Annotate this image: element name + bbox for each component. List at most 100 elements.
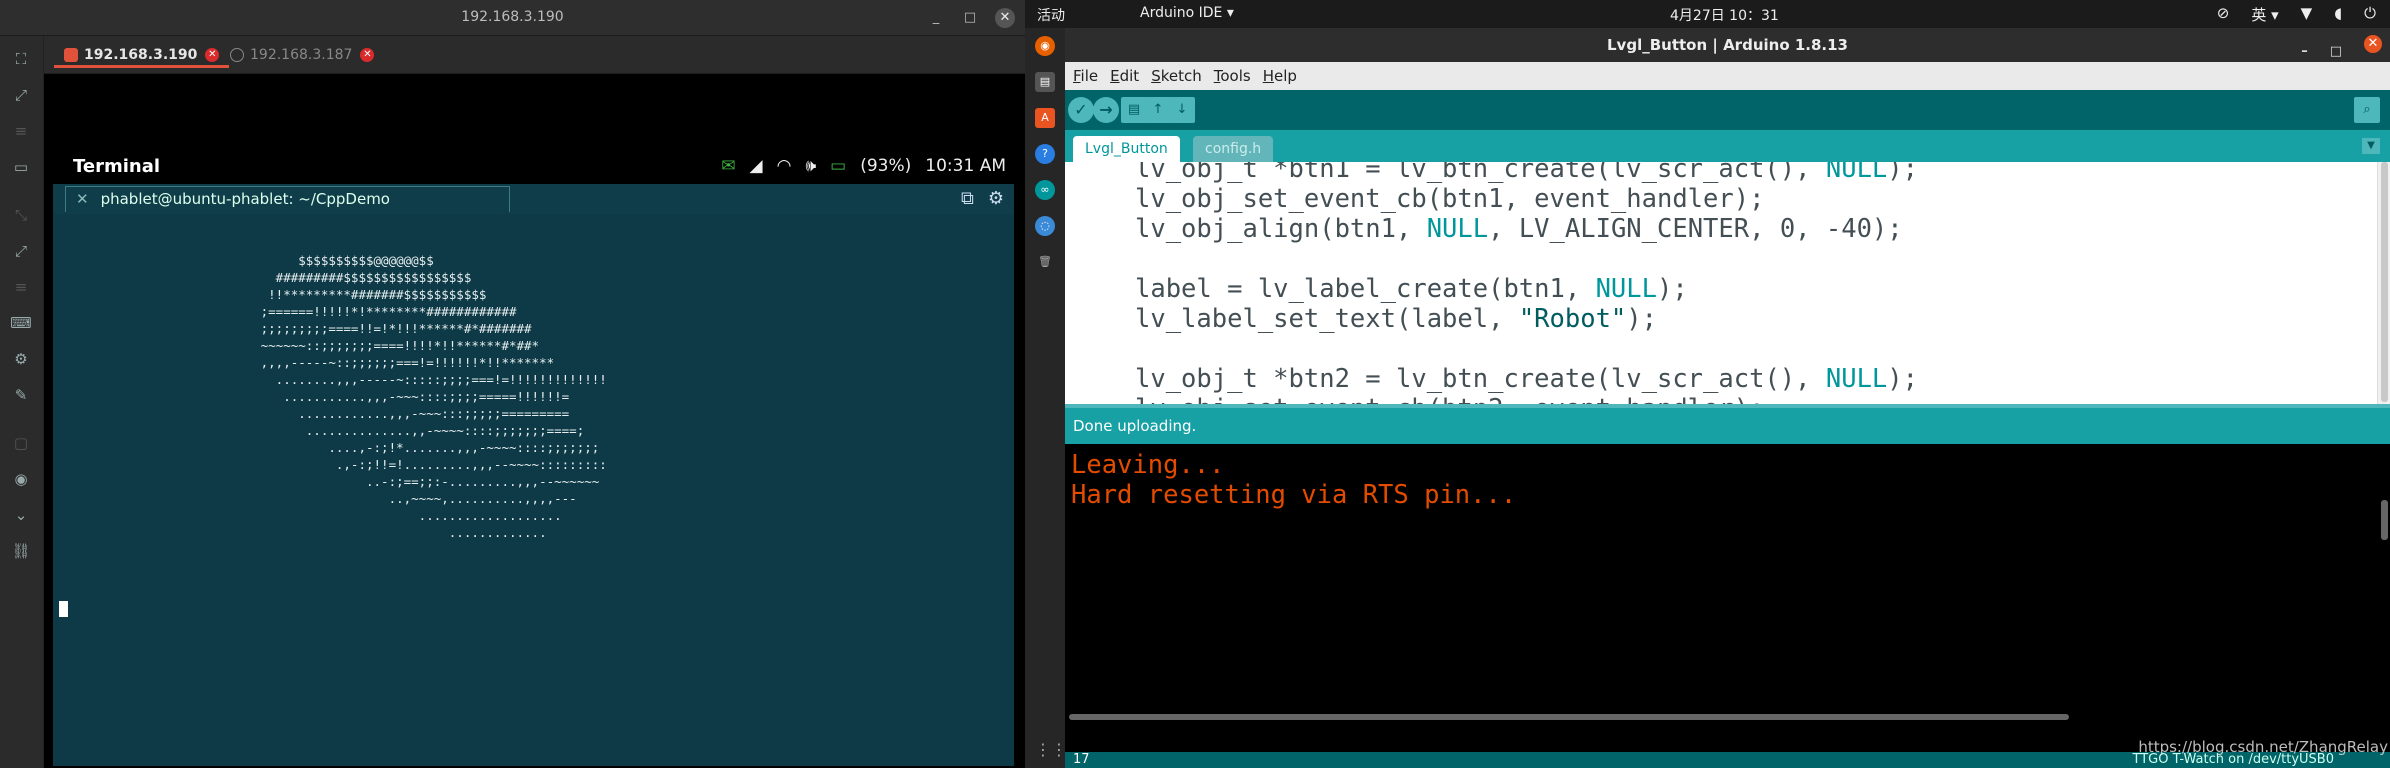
fit-screen-icon[interactable]: ⛶ [10, 48, 32, 70]
arduino-icon[interactable]: ∞ [1035, 180, 1055, 200]
connection-icon [64, 48, 78, 62]
upload-button[interactable]: → [1093, 97, 1119, 123]
accessibility-icon[interactable]: ⊘ [2217, 4, 2230, 25]
tab-menu-button[interactable]: ▼ [2362, 138, 2380, 154]
console-output[interactable]: Leaving... Hard resetting via RTS pin... [1065, 444, 2390, 752]
tab-close-icon[interactable]: ✕ [360, 48, 375, 62]
keyboard-icon[interactable]: ⌨ [10, 312, 32, 334]
list-icon[interactable]: ≡ [10, 276, 32, 298]
battery-icon: ▭ [830, 156, 847, 176]
input-method[interactable]: 英 ▾ [2251, 4, 2278, 25]
phone-indicators: ✉ ◢ ◠ 🕪 ▭ (93%) 10:31 AM [721, 156, 1006, 176]
terminal-actions: ⧉ ⚙ [961, 188, 1004, 209]
settings-icon[interactable]: ⚙ [10, 348, 32, 370]
gear-icon[interactable]: ⚙ [988, 188, 1004, 209]
fullscreen-icon[interactable]: ⤢ [10, 84, 32, 106]
terminal-cursor [59, 601, 68, 617]
menu-file[interactable]: File [1073, 67, 1098, 85]
ubuntu-desktop: 活动 Arduino IDE ▾ 4月27日 10：31 ⊘ 英 ▾ ▼ ◖ ⏻… [1025, 0, 2390, 768]
menu-tools[interactable]: Tools [1214, 67, 1251, 85]
console-text: Leaving... Hard resetting via RTS pin... [1071, 450, 1516, 510]
vnc-window-title: 192.168.3.190 [461, 9, 564, 25]
vnc-titlebar[interactable]: 192.168.3.190 _ □ ✕ [0, 0, 1025, 36]
menu-edit[interactable]: Edit [1110, 67, 1139, 85]
connection-tabs: 192.168.3.190 ✕ 192.168.3.187 ✕ [44, 36, 1025, 74]
files-icon[interactable]: ▤ [1035, 72, 1055, 92]
scale-icon[interactable]: ⤡ [10, 204, 32, 226]
power-icon[interactable]: ⏻ [2364, 4, 2376, 25]
tools-icon[interactable]: ✎ [10, 384, 32, 406]
message-icon: ✉ [721, 156, 736, 176]
system-indicators[interactable]: ⊘ 英 ▾ ▼ ◖ ⏻ [2217, 4, 2376, 25]
disconnect-icon[interactable]: ⛓ [10, 540, 32, 562]
resize-icon[interactable]: ⤢ [10, 240, 32, 262]
chevron-down-icon[interactable]: ⌄ [10, 504, 32, 526]
ascii-art-output: $$$$$$$$$$@@@@@@$$ #########$$$$$$$$$$$$… [260, 253, 607, 540]
terminal-output[interactable]: $$$$$$$$$$@@@@@@$$ #########$$$$$$$$$$$$… [53, 214, 1014, 766]
trash-icon[interactable]: 🗑 [1035, 252, 1055, 272]
tab-lvgl-button[interactable]: Lvgl_Button [1073, 136, 1180, 162]
screen: 192.168.3.190 _ □ ✕ ⛶ ⤢ ≡ ▭ ⤡ ⤢ ≡ ⌨ ⚙ ✎ … [0, 0, 2390, 768]
volume-icon[interactable]: ◖ [2334, 4, 2342, 25]
arduino-window-title: Lvgl_Button | Arduino 1.8.13 [1607, 36, 1848, 54]
tab-label: 192.168.3.187 [250, 47, 353, 63]
serial-monitor-button[interactable]: ⌕ [2354, 97, 2380, 123]
help-icon[interactable]: ? [1035, 144, 1055, 164]
menu-sketch[interactable]: Sketch [1151, 67, 1202, 85]
scrollbar-thumb[interactable] [2381, 162, 2388, 402]
maximize-button[interactable]: □ [960, 8, 980, 28]
battery-percent: (93%) [860, 156, 912, 176]
tab-connection-190[interactable]: 192.168.3.190 ✕ [54, 42, 230, 68]
vnc-client-icon[interactable]: ◌ [1035, 216, 1055, 236]
code-line: lv_label_set_text(label, "Robot"); [1135, 304, 1657, 334]
console-line: Leaving... [1071, 450, 1225, 480]
minimize-button[interactable]: _ [926, 8, 946, 28]
close-button[interactable]: ✕ [995, 8, 1015, 28]
screenshot-icon[interactable]: ◉ [10, 468, 32, 490]
new-sketch-button[interactable]: ▤ [1121, 97, 1147, 123]
console-hscrollbar[interactable] [1069, 714, 2069, 720]
software-icon[interactable]: A [1035, 108, 1055, 128]
activities-button[interactable]: 活动 [1037, 5, 1065, 25]
code-editor[interactable]: lv_obj_t *btn1 = lv_btn_create(lv_scr_ac… [1065, 162, 2377, 404]
remote-screen[interactable]: Terminal ✉ ◢ ◠ 🕪 ▭ (93%) 10:31 AM ✕ phabl… [44, 74, 1025, 768]
terminal-tab[interactable]: ✕ phablet@ubuntu-phablet: ~/CppDemo [65, 186, 510, 212]
tabs-icon[interactable]: ⧉ [961, 188, 974, 209]
signal-icon: ◢ [749, 156, 763, 176]
code-line: lv_obj_t *btn1 = lv_btn_create(lv_scr_ac… [1135, 162, 1918, 184]
close-button[interactable]: ✕ [2364, 35, 2382, 53]
menu-bar: File Edit Sketch Tools Help [1065, 62, 2390, 90]
verify-button[interactable]: ✓ [1068, 97, 1094, 123]
window-icon[interactable]: ▭ [10, 156, 32, 178]
phone-status-bar: Terminal ✉ ◢ ◠ 🕪 ▭ (93%) 10:31 AM [53, 152, 1014, 182]
open-sketch-button[interactable]: ↑ [1145, 97, 1171, 123]
clipboard-icon[interactable]: ▢ [10, 432, 32, 454]
code-line: lv_obj_set_event_cb(btn2, event_handler)… [1135, 394, 1764, 404]
watermark: https://blog.csdn.net/ZhangRelay [2138, 738, 2388, 756]
code-line: lv_obj_set_event_cb(btn1, event_handler)… [1135, 184, 1765, 214]
tab-connection-187[interactable]: 192.168.3.187 ✕ [220, 42, 384, 68]
editor-scrollbar[interactable] [2377, 162, 2390, 404]
arduino-title-bar[interactable]: Lvgl_Button | Arduino 1.8.13 – □ ✕ [1065, 28, 2390, 62]
save-sketch-button[interactable]: ↓ [1169, 97, 1195, 123]
menu-help[interactable]: Help [1263, 67, 1297, 85]
close-icon[interactable]: ✕ [76, 190, 89, 208]
app-menu[interactable]: Arduino IDE ▾ [1140, 5, 1234, 21]
menu-icon[interactable]: ≡ [10, 120, 32, 142]
arduino-ide-window: Lvgl_Button | Arduino 1.8.13 – □ ✕ File … [1065, 28, 2390, 768]
network-icon[interactable]: ▼ [2301, 4, 2313, 25]
clock[interactable]: 4月27日 10：31 [1670, 5, 1779, 25]
code-line: lv_obj_t *btn2 = lv_btn_create(lv_scr_ac… [1135, 364, 1918, 394]
arduino-toolbar: ✓ → ▤ ↑ ↓ ⌕ [1065, 90, 2390, 130]
code-line: lv_obj_align(btn1, NULL, LV_ALIGN_CENTER… [1135, 214, 1903, 244]
show-apps-icon[interactable]: ⋮⋮ [1035, 740, 1067, 759]
tab-close-icon[interactable]: ✕ [205, 48, 220, 62]
tab-label: 192.168.3.190 [84, 47, 198, 63]
console-vscrollbar[interactable] [2381, 500, 2388, 540]
phone-clock: 10:31 AM [925, 156, 1006, 176]
phone-app-title: Terminal [73, 156, 161, 177]
firefox-icon[interactable]: ◉ [1035, 36, 1055, 56]
vnc-toolbar: ⛶ ⤢ ≡ ▭ ⤡ ⤢ ≡ ⌨ ⚙ ✎ ▢ ◉ ⌄ ⛓ [0, 36, 44, 768]
tab-config-h[interactable]: config.h [1193, 136, 1274, 162]
console-line: Hard resetting via RTS pin... [1071, 480, 1517, 510]
